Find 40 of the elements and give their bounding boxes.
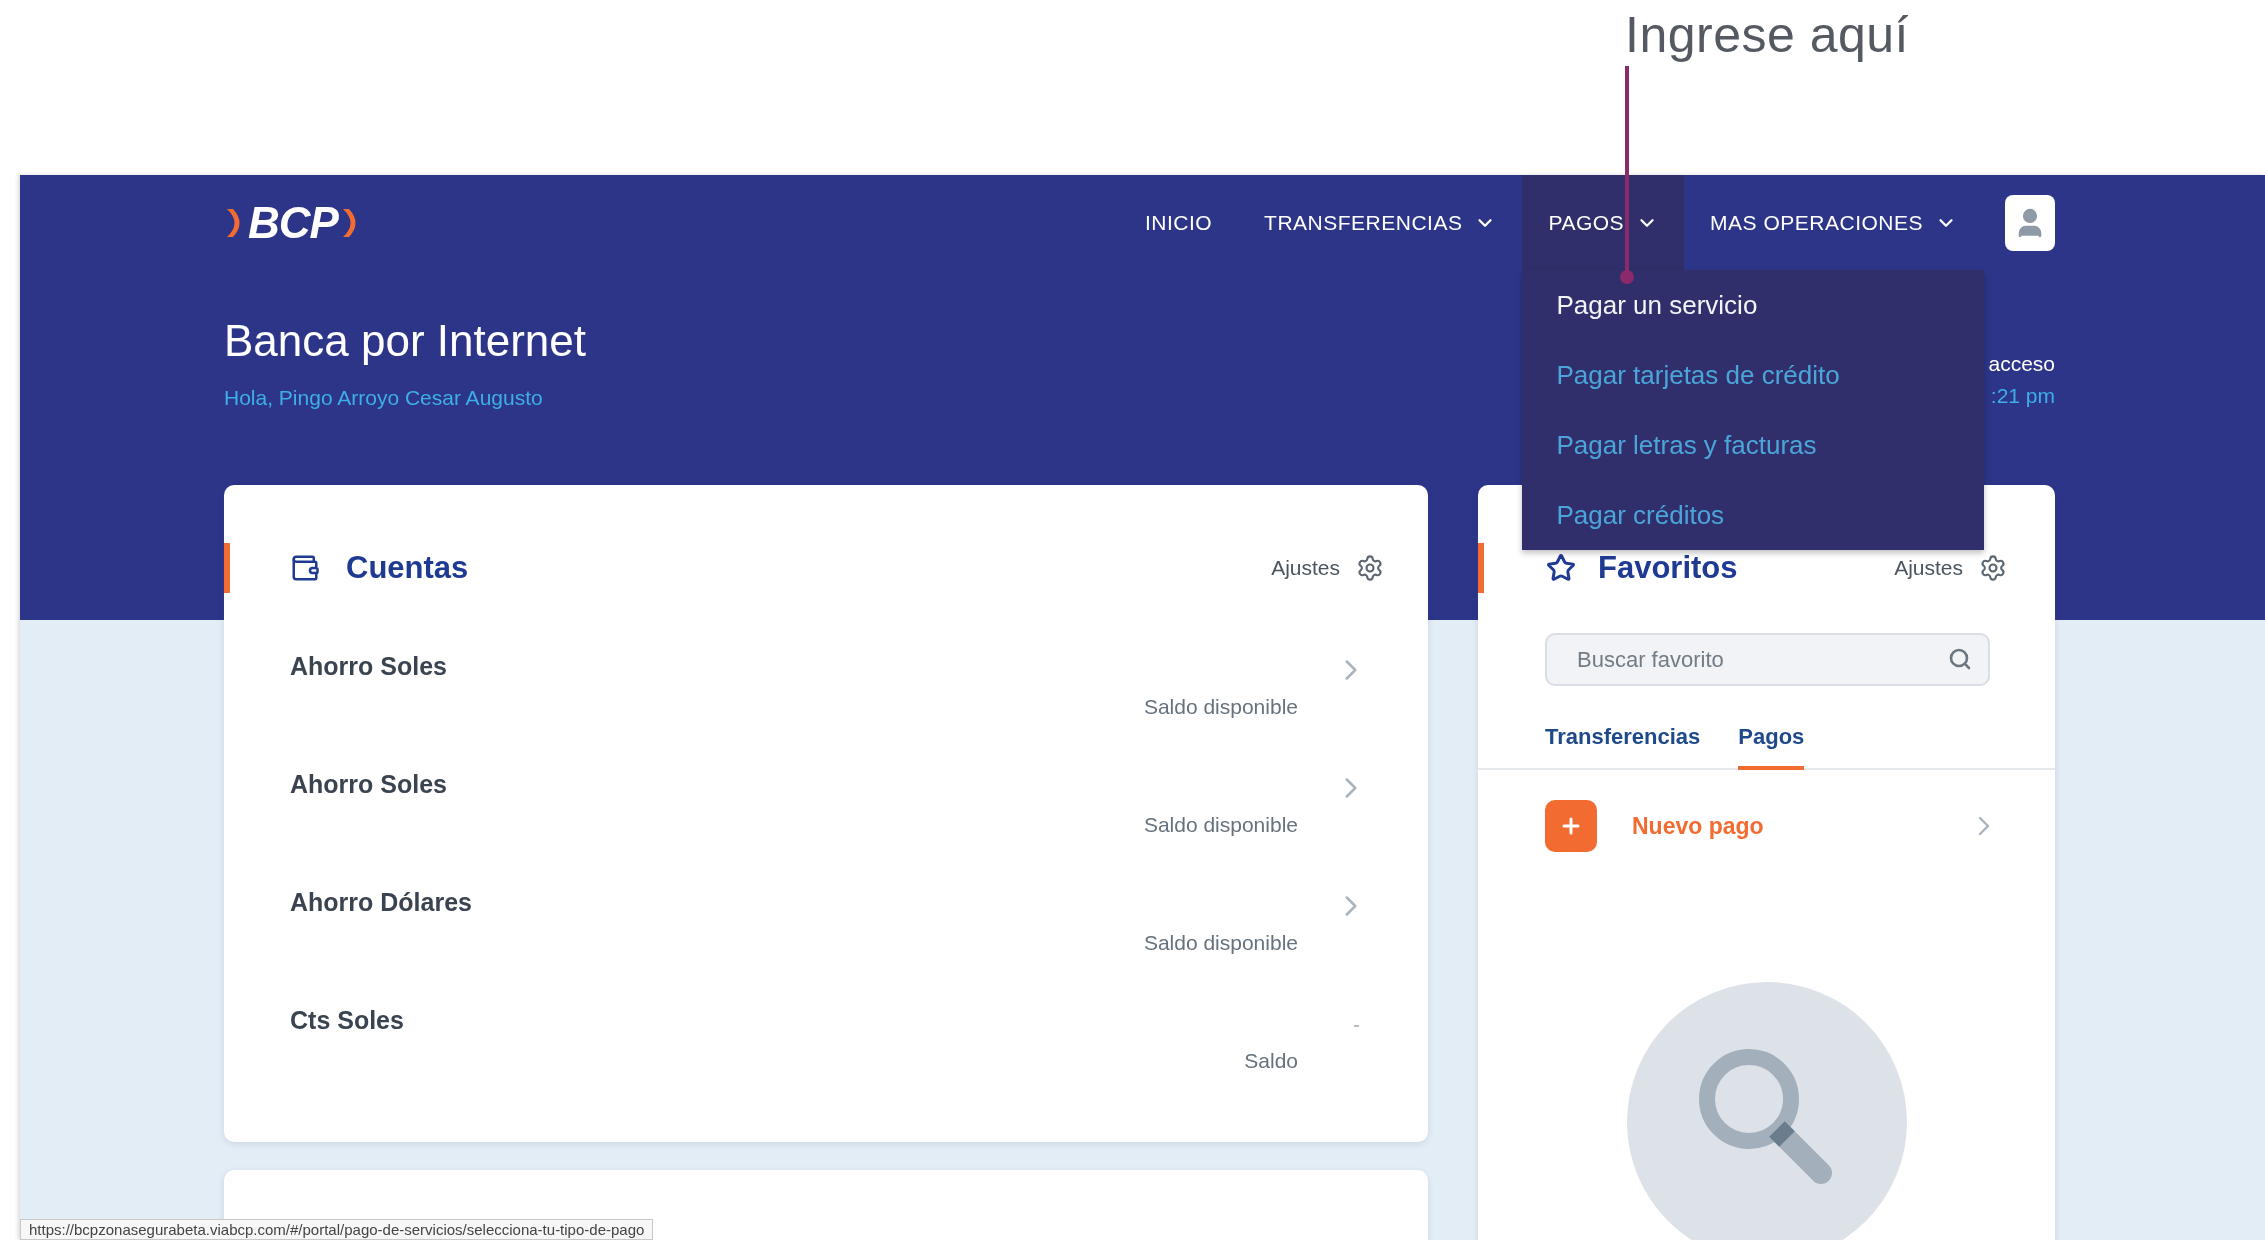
card-title: Favoritos <box>1598 550 1738 586</box>
status-url: https://bcpzonasegurabeta.viabcp.com/#/portal/pago-de-servicios/selecciona-tu-tipo-de-pago <box>20 1219 654 1240</box>
tab[interactable]: Transferencias <box>1545 724 1701 770</box>
greeting-text: Hola, Pingo Arroyo Cesar Augusto <box>224 386 544 410</box>
wallet-icon <box>290 553 320 583</box>
annotation-text: Ingrese aquí <box>1625 7 1909 63</box>
settings-button[interactable]: Ajustes <box>1271 554 1384 582</box>
page-title: Banca por Internet <box>224 316 586 366</box>
nav-item[interactable]: MAS OPERACIONES <box>1684 175 1983 270</box>
account-name: Ahorro Soles <box>290 769 448 799</box>
menu-item[interactable]: Pagar un servicio <box>1522 270 1985 340</box>
accent-bar <box>1478 543 1484 593</box>
dash-mark <box>1354 1025 1359 1027</box>
balance-label: Saldo disponible <box>1143 813 1298 837</box>
last-access-label: acceso <box>1988 352 2055 376</box>
nav-item[interactable]: PAGOS <box>1522 175 1685 270</box>
menu-item[interactable]: Pagar tarjetas de crédito <box>1522 340 1985 410</box>
accent-bar <box>224 543 230 593</box>
user-avatar-button[interactable] <box>2005 194 2055 251</box>
card-title: Cuentas <box>346 550 469 586</box>
plus-icon <box>1545 800 1597 852</box>
search-field[interactable]: Buscar favorito <box>1545 633 1990 686</box>
balance-label: Saldo disponible <box>1143 931 1298 955</box>
menu-item[interactable]: Pagar letras y facturas <box>1522 410 1985 480</box>
search-icon <box>1948 647 1972 671</box>
tab[interactable]: Pagos <box>1738 724 1805 770</box>
settings-button[interactable]: Ajustes <box>1894 554 2007 582</box>
last-access-time: :21 pm <box>1990 384 2055 408</box>
settings-icon <box>1979 554 2007 582</box>
balance-label: Saldo disponible <box>1143 695 1298 719</box>
account-name: Ahorro Soles <box>290 651 448 681</box>
nav-item[interactable]: TRANSFERENCIAS <box>1238 175 1523 270</box>
nav-item[interactable]: INICIO <box>1118 175 1239 270</box>
balance-label: Saldo <box>1244 1049 1298 1073</box>
star-icon <box>1546 553 1576 583</box>
settings-icon <box>1356 554 1384 582</box>
account-name: Ahorro Dólares <box>290 887 473 917</box>
menu-item[interactable]: Pagar créditos <box>1522 480 1985 550</box>
account-name: Cts Soles <box>290 1005 405 1035</box>
logo-text: BCP <box>248 197 338 248</box>
